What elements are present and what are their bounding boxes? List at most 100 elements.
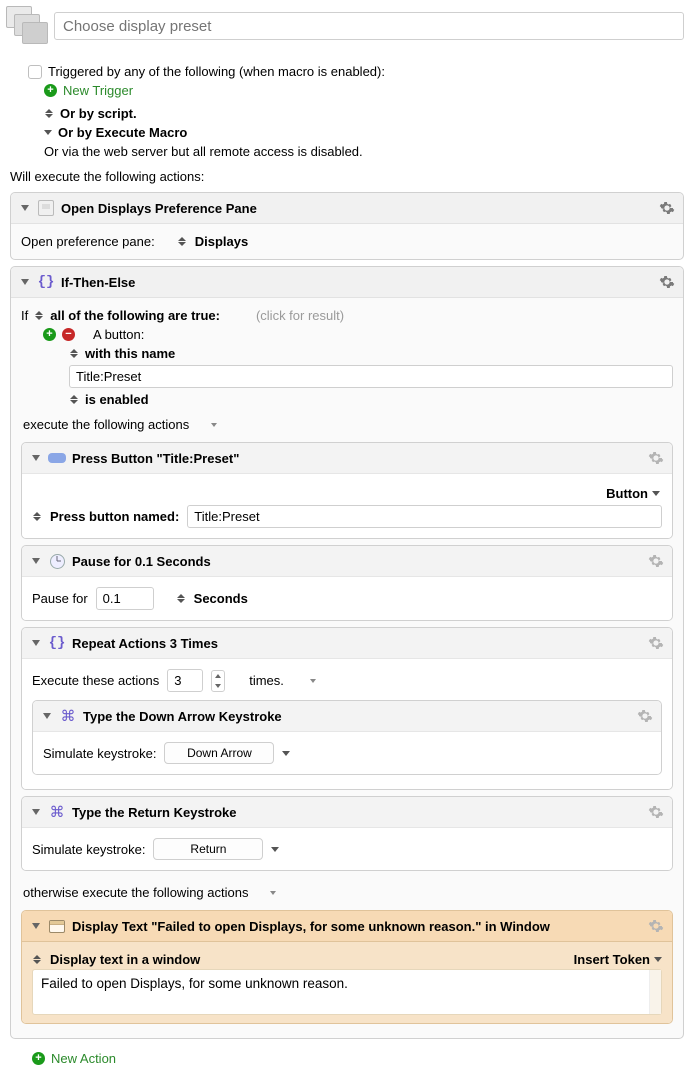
- condition-label: A button:: [93, 327, 144, 342]
- disclose-toggle[interactable]: [30, 452, 42, 464]
- updown-icon[interactable]: [176, 592, 186, 606]
- pause-value-input[interactable]: [96, 587, 154, 610]
- window-icon: [48, 917, 66, 935]
- gear-icon[interactable]: [648, 553, 664, 569]
- updown-icon[interactable]: [177, 235, 187, 249]
- button-state-select[interactable]: is enabled: [85, 392, 149, 407]
- trigger-row: Triggered by any of the following (when …: [10, 62, 684, 81]
- plus-icon: +: [32, 1052, 45, 1065]
- action-repeat: {} Repeat Actions 3 Times Execute these …: [21, 627, 673, 790]
- action-header[interactable]: {} Repeat Actions 3 Times: [22, 628, 672, 659]
- action-open-preference-pane: Open Displays Preference Pane Open prefe…: [10, 192, 684, 260]
- chevron-down-icon: [44, 130, 52, 135]
- new-action-row[interactable]: + New Action: [10, 1045, 684, 1068]
- action-header[interactable]: Pause for 0.1 Seconds: [22, 546, 672, 577]
- plus-icon: +: [44, 84, 57, 97]
- disclose-toggle[interactable]: [30, 920, 42, 932]
- press-row-label: Press button named:: [50, 509, 179, 524]
- insert-token-menu[interactable]: Insert Token: [574, 952, 662, 967]
- display-text-area[interactable]: Failed to open Displays, for some unknow…: [32, 969, 662, 1015]
- resize-handle[interactable]: [649, 970, 661, 1014]
- new-action-label: New Action: [51, 1051, 116, 1066]
- keystroke-select[interactable]: Return: [153, 838, 263, 860]
- new-trigger-row[interactable]: + New Trigger: [10, 81, 684, 100]
- disclose-toggle[interactable]: [41, 710, 53, 722]
- chevron-down-icon[interactable]: [270, 891, 276, 895]
- gear-icon[interactable]: [648, 918, 664, 934]
- updown-icon[interactable]: [69, 347, 79, 361]
- trigger-enabled-checkbox[interactable]: [28, 65, 42, 79]
- action-header[interactable]: Display Text "Failed to open Displays, f…: [22, 911, 672, 942]
- gear-icon[interactable]: [659, 200, 675, 216]
- updown-icon[interactable]: [32, 510, 42, 524]
- gear-icon[interactable]: [637, 708, 653, 724]
- remove-condition-icon[interactable]: −: [62, 328, 75, 341]
- preference-pane-icon: [37, 199, 55, 217]
- action-header[interactable]: Press Button "Title:Preset": [22, 443, 672, 474]
- updown-icon[interactable]: [32, 953, 42, 967]
- simulate-label: Simulate keystroke:: [32, 842, 145, 857]
- action-type-return: ⌘ Type the Return Keystroke Simulate key…: [21, 796, 673, 871]
- action-title: Open Displays Preference Pane: [61, 201, 653, 216]
- chevron-down-icon[interactable]: [310, 679, 316, 683]
- action-header[interactable]: Open Displays Preference Pane: [11, 193, 683, 224]
- chevron-down-icon[interactable]: [282, 751, 290, 756]
- keystroke-select[interactable]: Down Arrow: [164, 742, 274, 764]
- action-title: Repeat Actions 3 Times: [72, 636, 642, 651]
- disclose-toggle[interactable]: [30, 555, 42, 567]
- action-header[interactable]: ⌘ Type the Down Arrow Keystroke: [33, 701, 661, 732]
- repeat-row-label: Execute these actions: [32, 673, 159, 688]
- button-match-mode[interactable]: with this name: [85, 346, 175, 361]
- action-header[interactable]: ⌘ Type the Return Keystroke: [22, 797, 672, 828]
- click-for-result[interactable]: (click for result): [256, 308, 344, 323]
- braces-icon: {}: [37, 273, 55, 291]
- or-execute-label: Or by Execute Macro: [58, 125, 187, 140]
- webserver-label: Or via the web server but all remote acc…: [44, 144, 363, 159]
- pane-select[interactable]: Displays: [195, 234, 248, 249]
- button-menu[interactable]: Button: [606, 486, 660, 501]
- clock-icon: [48, 552, 66, 570]
- disclose-toggle[interactable]: [30, 806, 42, 818]
- action-if-then-else: {} If-Then-Else If all of the following …: [10, 266, 684, 1039]
- pause-unit-select[interactable]: Seconds: [194, 591, 248, 606]
- actions-intro-row: Will execute the following actions:: [10, 161, 684, 186]
- repeat-stepper[interactable]: [211, 670, 225, 692]
- action-header[interactable]: {} If-Then-Else: [11, 267, 683, 298]
- if-condition-select[interactable]: all of the following are true:: [50, 308, 220, 323]
- command-icon: ⌘: [48, 803, 66, 821]
- or-script-row[interactable]: Or by script.: [10, 104, 684, 123]
- pause-row-label: Pause for: [32, 591, 88, 606]
- or-execute-row[interactable]: Or by Execute Macro: [10, 123, 684, 142]
- gear-icon[interactable]: [659, 274, 675, 290]
- repeat-count-input[interactable]: [167, 669, 203, 692]
- display-mode-select[interactable]: Display text in a window: [50, 952, 200, 967]
- actions-intro: Will execute the following actions:: [10, 169, 204, 184]
- action-title: Display Text "Failed to open Displays, f…: [72, 919, 642, 934]
- updown-icon[interactable]: [34, 309, 44, 323]
- command-icon: ⌘: [59, 707, 77, 725]
- disclose-toggle[interactable]: [30, 637, 42, 649]
- button-name-input[interactable]: [69, 365, 673, 388]
- chevron-down-icon[interactable]: [211, 423, 217, 427]
- otherwise-label: otherwise execute the following actions: [23, 885, 248, 900]
- disclose-toggle[interactable]: [19, 202, 31, 214]
- add-condition-icon[interactable]: +: [43, 328, 56, 341]
- gear-icon[interactable]: [648, 635, 664, 651]
- if-label: If: [21, 308, 28, 323]
- execute-actions-label-row: execute the following actions: [21, 409, 673, 436]
- disclose-toggle[interactable]: [19, 276, 31, 288]
- gear-icon[interactable]: [648, 804, 664, 820]
- macro-icon: [6, 6, 46, 46]
- action-title: Type the Return Keystroke: [72, 805, 642, 820]
- or-script-label: Or by script.: [60, 106, 137, 121]
- simulate-label: Simulate keystroke:: [43, 746, 156, 761]
- action-display-text: Display Text "Failed to open Displays, f…: [21, 910, 673, 1024]
- chevron-down-icon: [654, 957, 662, 962]
- press-button-name-input[interactable]: [187, 505, 662, 528]
- updown-icon[interactable]: [69, 393, 79, 407]
- press-button-icon: [48, 449, 66, 467]
- chevron-down-icon[interactable]: [271, 847, 279, 852]
- chevron-down-icon: [652, 491, 660, 496]
- gear-icon[interactable]: [648, 450, 664, 466]
- macro-title-input[interactable]: [54, 12, 684, 40]
